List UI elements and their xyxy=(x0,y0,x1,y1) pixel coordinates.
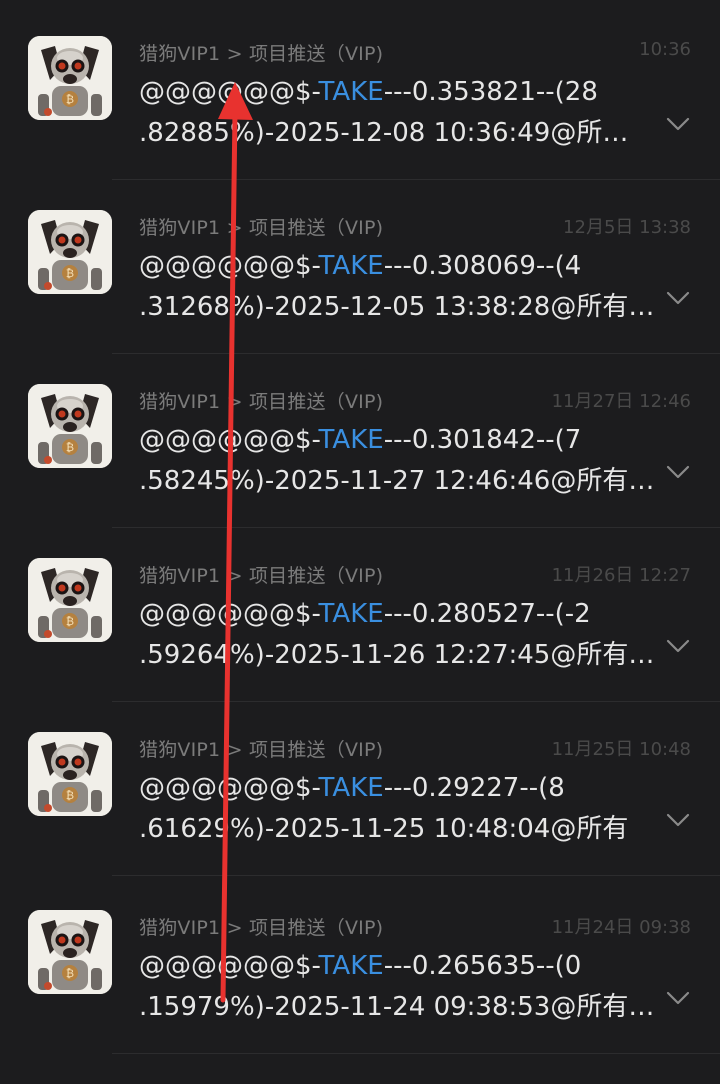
message-prefix: @@@@@@$- xyxy=(139,425,319,455)
message-text-line2: .59264%)-2025-11-26 12:27:45@所有… xyxy=(139,640,655,670)
message-preview: @@@@@@$-TAKE---0.353821--(28 .82885%)-20… xyxy=(139,72,659,154)
message-preview: @@@@@@$-TAKE---0.265635--(0 .15979%)-202… xyxy=(139,946,659,1028)
message-item[interactable]: ₿ 猎狗VIP1 > 项目推送（VIP) 11月26日 12:27 @@@@@@… xyxy=(0,558,720,732)
chevron-down-icon[interactable] xyxy=(666,290,690,306)
divider xyxy=(112,1053,720,1054)
message-preview: @@@@@@$-TAKE---0.280527--(-2 .59264%)-20… xyxy=(139,594,659,676)
message-prefix: @@@@@@$- xyxy=(139,599,319,629)
message-item[interactable]: ₿ 猎狗VIP1 > 项目推送（VIP) 11月24日 09:38 @@@@@@… xyxy=(0,910,720,1084)
robot-dog-avatar-icon[interactable]: ₿ xyxy=(28,732,112,816)
timestamp: 11月27日 12:46 xyxy=(551,391,691,412)
message-text-line2: .15979%)-2025-11-24 09:38:53@所有… xyxy=(139,992,655,1022)
robot-dog-avatar-icon[interactable]: ₿ xyxy=(28,910,112,994)
divider xyxy=(112,701,720,702)
svg-text:₿: ₿ xyxy=(66,267,74,280)
robot-dog-avatar-icon[interactable]: ₿ xyxy=(28,384,112,468)
message-text-line2: .61629%)-2025-11-25 10:48:04@所有 xyxy=(139,814,629,844)
message-text-line2: .82885%)-2025-12-08 10:36:49@所… xyxy=(139,118,629,148)
message-text: ---0.308069--(4 xyxy=(383,251,582,281)
svg-text:₿: ₿ xyxy=(66,967,74,980)
svg-text:₿: ₿ xyxy=(66,789,74,802)
keyword-highlight: TAKE xyxy=(318,77,384,107)
chevron-down-icon[interactable] xyxy=(666,464,690,480)
message-preview: @@@@@@$-TAKE---0.29227--(8 .61629%)-2025… xyxy=(139,768,659,850)
message-prefix: @@@@@@$- xyxy=(139,251,319,281)
message-prefix: @@@@@@$- xyxy=(139,77,319,107)
robot-dog-avatar-icon[interactable]: ₿ xyxy=(28,558,112,642)
message-text: ---0.280527--(-2 xyxy=(383,599,591,629)
message-prefix: @@@@@@$- xyxy=(139,773,319,803)
divider xyxy=(112,353,720,354)
timestamp: 11月24日 09:38 xyxy=(551,917,691,938)
keyword-highlight: TAKE xyxy=(318,425,384,455)
sender-channel: 猎狗VIP1 > 项目推送（VIP) xyxy=(139,565,384,587)
message-preview: @@@@@@$-TAKE---0.301842--(7 .58245%)-202… xyxy=(139,420,659,502)
message-text-line2: .31268%)-2025-12-05 13:38:28@所有… xyxy=(139,292,655,322)
chevron-down-icon[interactable] xyxy=(666,990,690,1006)
keyword-highlight: TAKE xyxy=(318,599,384,629)
chevron-down-icon[interactable] xyxy=(666,812,690,828)
chevron-down-icon[interactable] xyxy=(666,116,690,132)
keyword-highlight: TAKE xyxy=(318,251,384,281)
sender-channel: 猎狗VIP1 > 项目推送（VIP) xyxy=(139,217,384,239)
keyword-highlight: TAKE xyxy=(318,773,384,803)
message-text: ---0.301842--(7 xyxy=(383,425,582,455)
message-item[interactable]: ₿ 猎狗VIP1 > 项目推送（VIP) 11月27日 12:46 @@@@@@… xyxy=(0,384,720,558)
divider xyxy=(112,179,720,180)
message-text-line2: .58245%)-2025-11-27 12:46:46@所有… xyxy=(139,466,655,496)
message-text: ---0.353821--(28 xyxy=(383,77,598,107)
timestamp: 10:36 xyxy=(639,39,691,60)
timestamp: 11月26日 12:27 xyxy=(551,565,691,586)
message-text: ---0.265635--(0 xyxy=(383,951,582,981)
sender-channel: 猎狗VIP1 > 项目推送（VIP) xyxy=(139,739,384,761)
timestamp: 11月25日 10:48 xyxy=(551,739,691,760)
message-text: ---0.29227--(8 xyxy=(383,773,565,803)
message-prefix: @@@@@@$- xyxy=(139,951,319,981)
message-item[interactable]: ₿ 猎狗VIP1 > 项目推送（VIP) 11月25日 10:48 @@@@@@… xyxy=(0,732,720,906)
chevron-down-icon[interactable] xyxy=(666,638,690,654)
timestamp: 12月5日 13:38 xyxy=(563,217,691,238)
sender-channel: 猎狗VIP1 > 项目推送（VIP) xyxy=(139,391,384,413)
message-item[interactable]: ₿ 猎狗VIP1 > 项目推送（VIP) 10:36 @@@@@@$-TAKE-… xyxy=(0,36,720,210)
robot-dog-avatar-icon[interactable]: ₿ xyxy=(28,210,112,294)
svg-text:₿: ₿ xyxy=(66,93,74,106)
keyword-highlight: TAKE xyxy=(318,951,384,981)
message-preview: @@@@@@$-TAKE---0.308069--(4 .31268%)-202… xyxy=(139,246,659,328)
svg-text:₿: ₿ xyxy=(66,441,74,454)
sender-channel: 猎狗VIP1 > 项目推送（VIP) xyxy=(139,917,384,939)
robot-dog-avatar-icon[interactable]: ₿ xyxy=(28,36,112,120)
message-item[interactable]: ₿ 猎狗VIP1 > 项目推送（VIP) 12月5日 13:38 @@@@@@$… xyxy=(0,210,720,384)
divider xyxy=(112,527,720,528)
svg-text:₿: ₿ xyxy=(66,615,74,628)
divider xyxy=(112,875,720,876)
sender-channel: 猎狗VIP1 > 项目推送（VIP) xyxy=(139,43,384,65)
